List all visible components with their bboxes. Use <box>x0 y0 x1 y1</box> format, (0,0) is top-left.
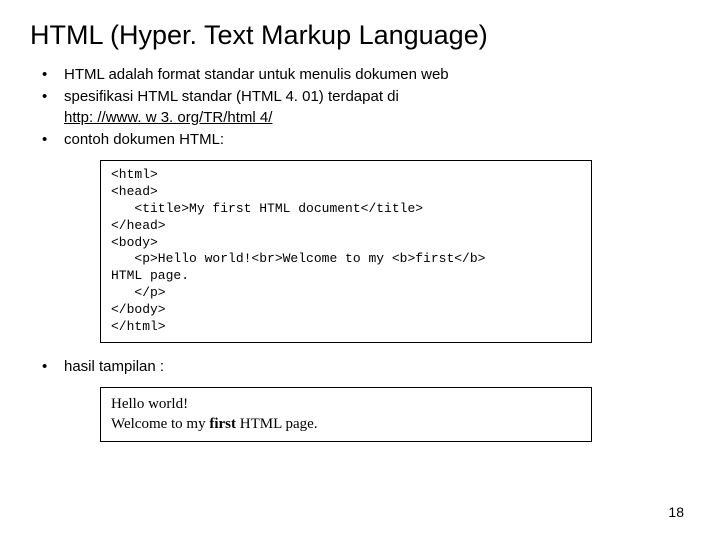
bullet-list: hasil tampilan : <box>36 357 690 377</box>
text-bold: first <box>209 416 236 432</box>
list-item: contoh dokumen HTML: <box>36 130 690 150</box>
list-item: hasil tampilan : <box>36 357 690 377</box>
bullet-list: HTML adalah format standar untuk menulis… <box>36 65 690 150</box>
text: Welcome to my <box>111 416 209 432</box>
text: HTML page. <box>236 416 318 432</box>
list-item: HTML adalah format standar untuk menulis… <box>36 65 690 85</box>
text: Hello world! <box>111 396 188 412</box>
text: spesifikasi HTML standar (HTML 4. 01) te… <box>64 88 399 105</box>
code-example: <html> <head> <title>My first HTML docum… <box>100 160 592 343</box>
rendered-output: Hello world! Welcome to my first HTML pa… <box>100 387 592 442</box>
list-item: spesifikasi HTML standar (HTML 4. 01) te… <box>36 87 690 128</box>
link-text: http: //www. w 3. org/TR/html 4/ <box>64 109 272 126</box>
page-number: 18 <box>668 504 684 520</box>
page-title: HTML (Hyper. Text Markup Language) <box>30 20 690 51</box>
